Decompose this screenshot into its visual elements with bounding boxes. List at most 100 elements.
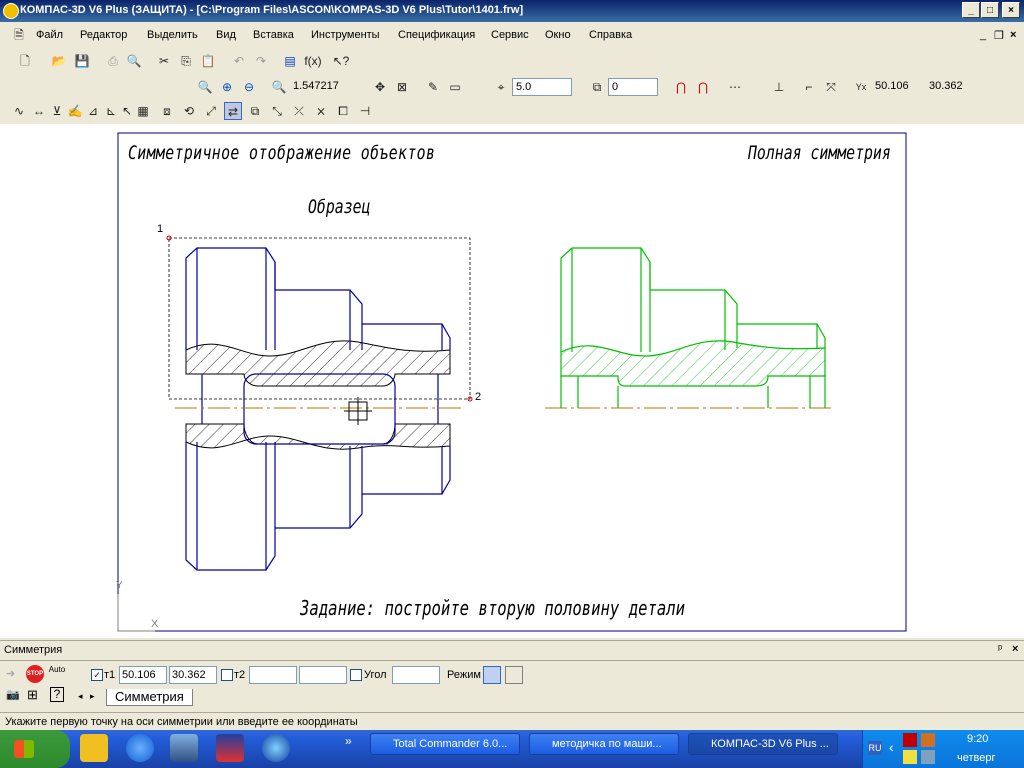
menu-file[interactable]: Файл [36,29,63,41]
t2-y-input[interactable] [299,666,347,684]
menu-view[interactable]: Вид [216,29,236,41]
panel-pin-button[interactable]: ᵖ [998,643,1002,655]
close-button[interactable]: × [1002,2,1020,18]
layer-field[interactable]: 0 [608,78,658,96]
tray-collapse-icon[interactable]: ‹ [889,739,894,755]
mode-keep-original-button[interactable] [483,666,501,684]
copy-objects-icon[interactable]: ⧉ [246,102,264,120]
cursor-step-field[interactable]: 5.0 [512,78,572,96]
redo-icon[interactable]: ↷ [252,52,270,70]
zoom-in-icon[interactable]: ⊕ [218,78,236,96]
scale-icon[interactable]: ⤢ [202,102,220,120]
deform-icon[interactable]: ⤡ [268,102,286,120]
zoom-out-icon[interactable]: ⊖ [240,78,258,96]
auto-create-button[interactable]: Auto [48,665,66,683]
local-cs-icon[interactable]: ⊥ [770,78,788,96]
coord-x-field[interactable]: 50.106 [872,78,922,96]
undo-icon[interactable]: ↶ [230,52,248,70]
break-curve-icon[interactable]: ⊣ [356,102,374,120]
mdi-minimize-button[interactable]: _ [980,29,986,41]
maximize-button[interactable]: □ [981,2,999,18]
tab-symmetry[interactable]: Симметрия [106,689,193,706]
fill-style-icon[interactable]: ▭ [446,78,464,96]
stop-button[interactable]: STOP [26,665,44,683]
mdi-restore-button[interactable]: ❐ [994,29,1004,42]
minimize-button[interactable]: _ [962,2,980,18]
language-indicator[interactable]: RU [868,741,882,755]
t2-x-input[interactable] [249,666,297,684]
geometry-icon[interactable]: ∿ [10,102,28,120]
t1-y-input[interactable]: 30.362 [169,666,217,684]
task-kompas[interactable]: КОМПАС-3D V6 Plus ... [688,733,838,755]
new-document-icon[interactable]: 🗋 [16,52,34,70]
zoom-window-icon[interactable]: 🔍 [196,78,214,96]
tray-network-icon[interactable] [903,750,917,764]
angle-checkbox[interactable] [350,669,362,681]
open-folder-icon[interactable]: 📂 [50,52,68,70]
cut-icon[interactable]: ✂ [155,52,173,70]
kompas-app-icon[interactable] [3,3,19,19]
snap-magnet-icon[interactable]: ⋂ [672,78,690,96]
rotate-icon[interactable]: ⟲ [180,102,198,120]
menu-window[interactable]: Окно [545,29,571,41]
tray-app-icon[interactable] [921,733,935,747]
menu-specification[interactable]: Спецификация [398,29,475,41]
task-word-document[interactable]: методичка по маши... [529,733,679,755]
print-icon[interactable]: ⎙ [104,52,122,70]
tray-volume-icon[interactable] [921,750,935,764]
menu-help[interactable]: Справка [589,29,632,41]
step-cursor-icon[interactable]: ⌖ [492,78,510,96]
document-icon[interactable]: 🗎 [10,26,28,44]
show-all-icon[interactable]: ⊠ [393,78,411,96]
line-style-icon[interactable]: ✎ [424,78,442,96]
menu-select[interactable]: Выделить [147,29,198,41]
symmetry-icon[interactable]: ⇄ [224,102,242,120]
paste-icon[interactable]: 📋 [199,52,217,70]
round-icon[interactable]: ⤧ [822,78,840,96]
apply-arrow-icon[interactable]: ➜ [6,667,15,680]
menu-service[interactable]: Сервис [491,29,529,41]
camera-icon[interactable]: 📷 [6,688,20,701]
t1-x-input[interactable]: 50.106 [119,666,167,684]
menu-editor[interactable]: Редактор [80,29,127,41]
save-icon[interactable]: 💾 [73,52,91,70]
trim-icon[interactable]: ⤫ [290,102,308,120]
manager-icon[interactable]: ▤ [281,52,299,70]
tab-next-button[interactable]: ▸ [90,691,95,702]
antivirus-tray-icon[interactable] [903,733,917,747]
task-total-commander[interactable]: Total Commander 6.0... [370,733,520,755]
mirror-part[interactable] [560,247,826,408]
coord-y-field[interactable]: 30.362 [926,78,978,96]
move-icon[interactable]: ⧈ [158,102,176,120]
mode-delete-original-button[interactable] [505,666,523,684]
angle-input[interactable] [392,666,440,684]
snap-grid-icon[interactable]: ⊞ [27,687,38,703]
layer-icon[interactable]: ⧉ [588,78,606,96]
menu-insert[interactable]: Вставка [253,29,294,41]
help-pointer-icon[interactable]: ↖? [332,52,350,70]
print-preview-icon[interactable]: 🔍 [125,52,143,70]
zoom-scale-field[interactable]: 1.547217 [290,78,356,96]
explode-icon[interactable]: ⧠ [334,102,352,120]
panel-close-button[interactable]: × [1012,643,1018,655]
t1-checkbox[interactable]: ✓ [91,669,103,681]
spec-icon[interactable]: ▦ [134,102,152,120]
sample-part[interactable] [185,247,451,571]
copy-icon[interactable]: ⎘ [177,52,195,70]
editing-icon[interactable]: ✍ [66,102,84,120]
tab-prev-button[interactable]: ◂ [78,691,83,702]
drawing-canvas[interactable]: Симметричное отображение объектов Полная… [0,124,1024,638]
clock-time[interactable]: 9:20 [967,733,988,745]
menu-tools[interactable]: Инструменты [311,29,380,41]
help-icon[interactable]: ? [50,687,64,702]
ortho-icon[interactable]: ⌐ [800,78,818,96]
snap-settings-icon[interactable]: ⋂ [694,78,712,96]
dimensions-icon[interactable]: ↔ [30,102,48,120]
grid-icon[interactable]: ⋯ [726,78,744,96]
break-icon[interactable]: ⨯ [312,102,330,120]
parametrization-icon[interactable]: ⊿ [84,102,102,120]
t2-checkbox[interactable] [221,669,233,681]
pan-icon[interactable]: ✥ [371,78,389,96]
designations-icon[interactable]: ⊻ [48,102,66,120]
fx-button[interactable]: f(x) [302,52,324,70]
